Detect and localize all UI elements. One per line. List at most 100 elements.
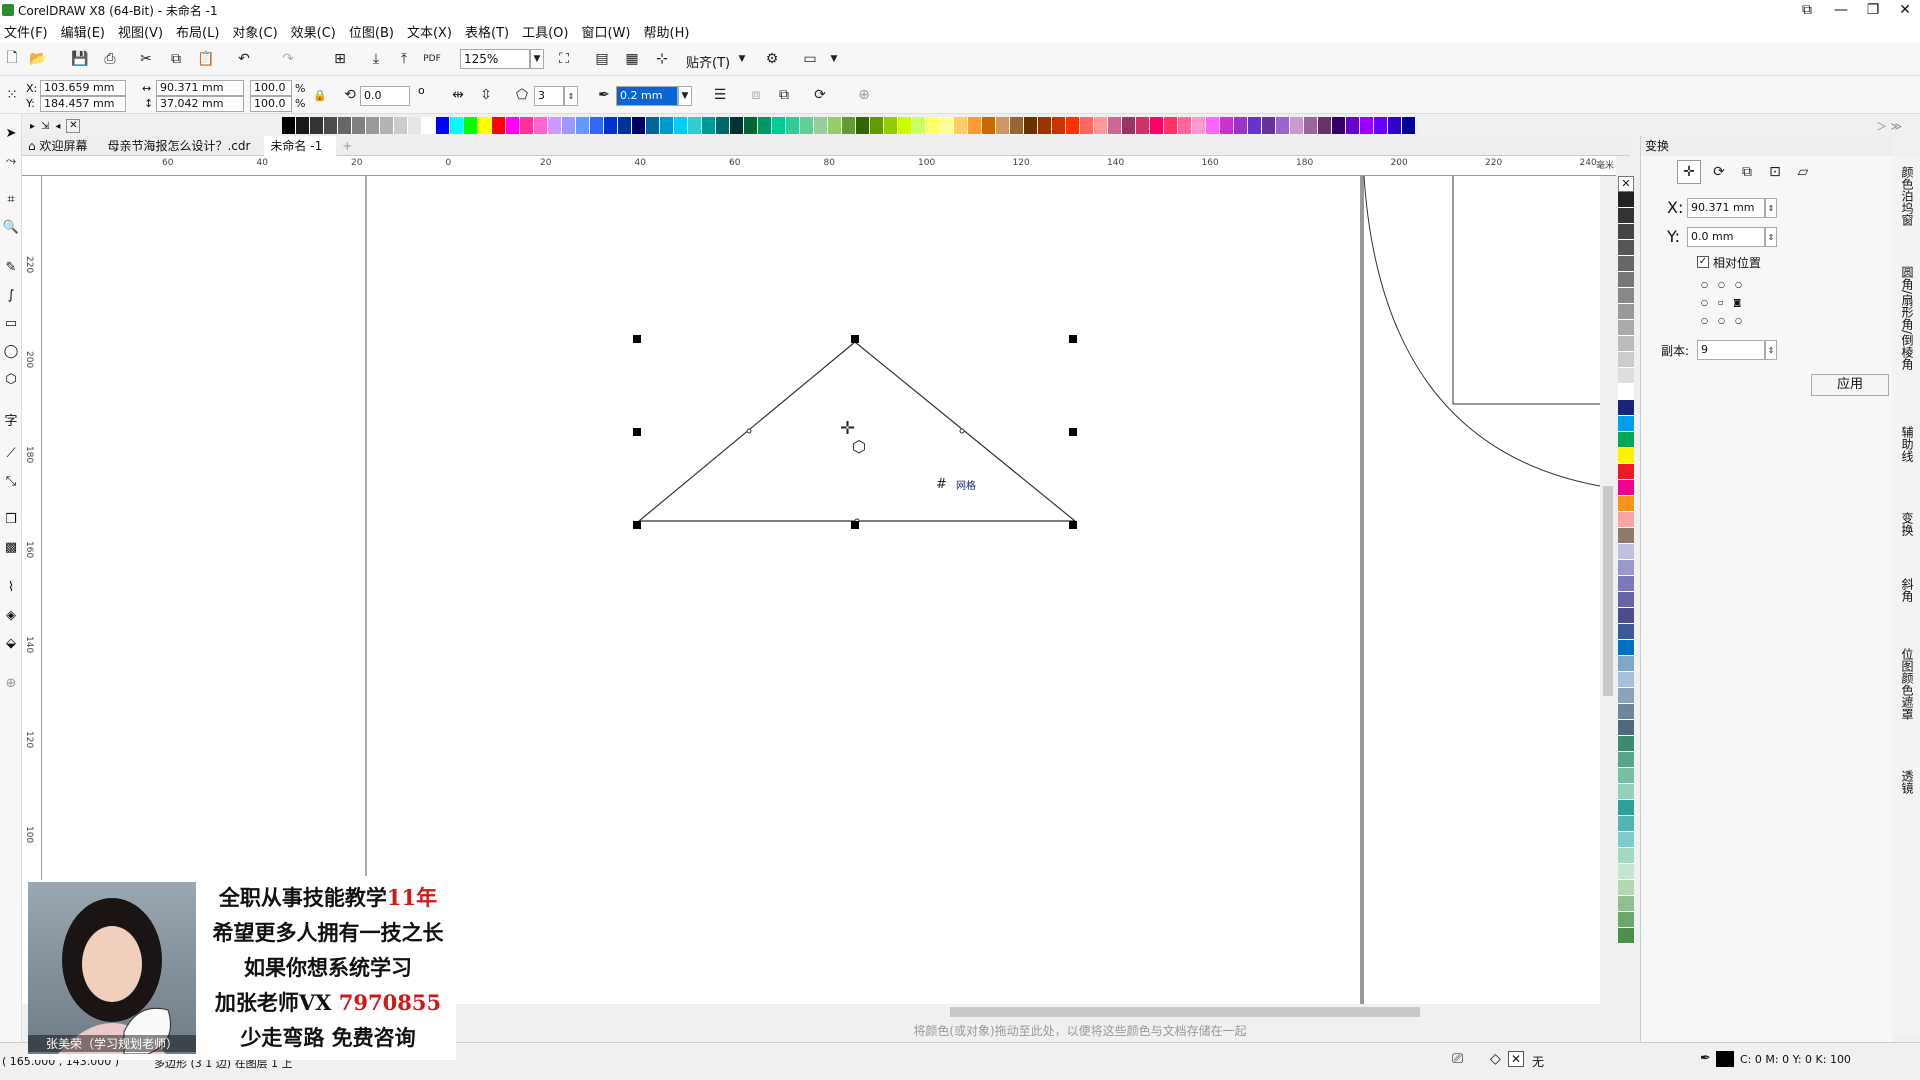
application-launcher-icon[interactable]: ▭ [798,47,822,71]
relative-position-checkbox[interactable]: ✓ [1697,256,1709,268]
palette-swatch[interactable] [1024,117,1038,134]
menu-help[interactable]: 帮助(H) [640,22,699,41]
palette-swatch[interactable] [660,117,674,134]
horizontal-ruler[interactable]: 60 40 20 0 20 40 60 80 100 120 140 160 180 200 220 240 毫… [22,156,1616,176]
vpalette-swatch[interactable] [1618,272,1634,288]
apply-button[interactable]: 应用 [1811,374,1889,396]
sidetab-transform[interactable]: 变换 [1896,512,1916,536]
palette-swatch[interactable] [1388,117,1402,134]
options-gear-icon[interactable]: ⚙ [760,47,784,71]
vpalette-no-color-icon[interactable]: ✕ [1618,176,1634,192]
vpalette-swatch[interactable] [1618,816,1634,832]
pos-x-field[interactable]: 103.659 mm [40,80,126,96]
vpalette-swatch[interactable] [1618,768,1634,784]
text-tool-icon[interactable]: 字 [2,410,20,429]
palette-swatch[interactable] [786,117,800,134]
palette-swatch[interactable] [870,117,884,134]
palette-swatch[interactable] [520,117,534,134]
no-color-swatch-icon[interactable]: ✕ [66,119,81,133]
menu-layout[interactable]: 布局(L) [172,22,228,41]
color-proof-icon[interactable]: ⎚ [1452,1051,1463,1067]
palette-flyout-icon[interactable]: ⇲ [41,121,49,132]
palette-swatch[interactable] [884,117,898,134]
ellipse-tool-icon[interactable]: ◯ [2,342,20,360]
palette-swatch[interactable] [1066,117,1080,134]
palette-swatch[interactable] [730,117,744,134]
vpalette-swatch[interactable] [1618,832,1634,848]
vertical-color-palette[interactable] [1618,192,1634,1000]
drop-shadow-icon[interactable]: ❒ [2,510,20,528]
palette-swatch[interactable] [856,117,870,134]
rotate-mode-icon[interactable]: ⟳ [1707,160,1731,184]
open-folder-icon[interactable]: 📂 [26,47,50,71]
outline-width-field[interactable]: 0.2 mm [616,86,678,106]
polygon-tool-icon[interactable]: ⬡ [2,370,20,388]
vpalette-swatch[interactable] [1618,544,1634,560]
vpalette-swatch[interactable] [1618,480,1634,496]
palette-swatch[interactable] [1276,117,1290,134]
palette-scroll-left-icon[interactable]: ▸ [30,121,35,132]
pdf-icon[interactable]: PDF [420,47,444,71]
mirror-horizontal-icon[interactable]: ⇹ [446,83,470,107]
selection-handle-tc[interactable] [851,335,859,343]
docker-x-field[interactable]: 90.371 mm [1687,198,1765,218]
palette-swatch[interactable] [758,117,772,134]
tab-welcome[interactable]: ⌂ 欢迎屏幕 [22,136,101,156]
vpalette-swatch[interactable] [1618,800,1634,816]
vpalette-swatch[interactable] [1618,384,1634,400]
palette-swatch[interactable] [702,117,716,134]
palette-swatch[interactable] [338,117,352,134]
undo-icon[interactable]: ↶ [232,47,256,71]
docker-x-spinner-icon[interactable]: ⇕ [1765,198,1777,218]
palette-swatch[interactable] [1192,117,1206,134]
close-button[interactable]: ✕ [1888,0,1920,20]
zoom-dropdown-chevron-icon[interactable]: ▼ [530,49,544,69]
palette-swatch[interactable] [506,117,520,134]
palette-swatch[interactable] [1010,117,1024,134]
vpalette-swatch[interactable] [1618,896,1634,912]
palette-swatch[interactable] [464,117,478,134]
docker-y-spinner-icon[interactable]: ⇕ [1765,227,1777,247]
vpalette-swatch[interactable] [1618,656,1634,672]
palette-swatch[interactable] [1262,117,1276,134]
vpalette-swatch[interactable] [1618,784,1634,800]
menu-window[interactable]: 窗口(W) [578,22,640,41]
palette-swatch[interactable] [772,117,786,134]
palette-swatch[interactable] [1178,117,1192,134]
scale-width-field[interactable]: 100.0 [250,80,292,96]
full-screen-icon[interactable]: ⛶ [552,47,576,71]
palette-swatch[interactable] [1164,117,1178,134]
palette-swatch[interactable] [562,117,576,134]
sidetab-color-docker[interactable]: 颜色泊坞窗 [1896,166,1916,226]
vpalette-swatch[interactable] [1618,880,1634,896]
triangle-polygon[interactable] [637,341,1077,522]
palette-swatch[interactable] [394,117,408,134]
freehand-tool-icon[interactable]: ✎ [2,258,20,276]
to-front-icon[interactable]: ⧈ [744,83,768,107]
to-back-icon[interactable]: ⧉ [772,83,796,107]
palette-swatch[interactable] [1374,117,1388,134]
new-document-icon[interactable]: 🗋 [0,47,24,71]
vpalette-swatch[interactable] [1618,624,1634,640]
palette-swatch[interactable] [1318,117,1332,134]
palette-swatch[interactable] [590,117,604,134]
palette-swatch[interactable] [674,117,688,134]
show-rulers-icon[interactable]: ▤ [590,47,614,71]
selection-handle-br[interactable] [1069,521,1077,529]
size-mode-icon[interactable]: ⊡ [1763,160,1787,184]
menu-bitmaps[interactable]: 位图(B) [345,22,403,41]
print-icon[interactable]: ⎙ [98,47,122,71]
position-mode-icon[interactable]: ✛ [1677,160,1701,184]
selection-handle-tl[interactable] [633,335,641,343]
arc-shape[interactable] [1363,176,1601,487]
scale-height-field[interactable]: 100.0 [250,96,292,112]
height-field[interactable]: 37.042 mm [156,96,244,112]
palette-swatch[interactable] [1234,117,1248,134]
selection-handle-ml[interactable] [633,428,641,436]
palette-swatch[interactable] [996,117,1010,134]
help-icon[interactable]: ⧉ [1790,0,1824,20]
scale-mirror-mode-icon[interactable]: ⧉ [1735,160,1759,184]
color-palette[interactable] [282,117,1416,135]
palette-swatch[interactable] [912,117,926,134]
palette-swatch[interactable] [450,117,464,134]
